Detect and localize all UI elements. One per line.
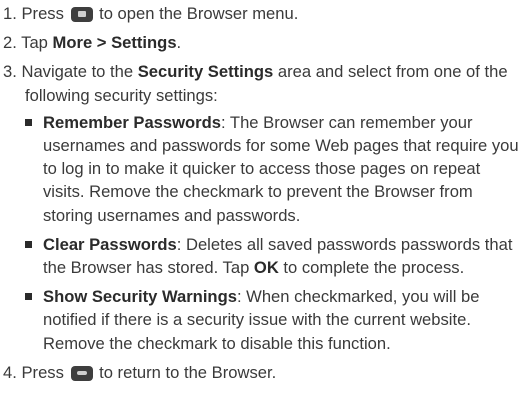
menu-path: More > Settings	[52, 33, 177, 53]
instructions-document: 1. Press to open the Browser menu. 2. Ta…	[0, 0, 521, 384]
section-name: Security Settings	[137, 62, 274, 82]
step-text: Tap	[21, 33, 53, 53]
menu-key-icon	[70, 7, 93, 22]
step-3: 3. Navigate to the Security Settings are…	[3, 60, 521, 354]
step-2: 2. Tap More > Settings.	[3, 31, 521, 54]
setting-title: Show Security Warnings	[43, 287, 237, 307]
step-text: .	[176, 33, 182, 53]
setting-show-security-warnings: Show Security Warnings: When checkmarked…	[25, 285, 521, 355]
bullet-square-icon	[25, 293, 32, 301]
step-3-body: 3. Navigate to the Security Settings are…	[3, 60, 521, 106]
setting-remember-passwords: Remember Passwords: The Browser can reme…	[25, 111, 521, 227]
step-text: Navigate to the	[21, 62, 138, 82]
setting-title: Remember Passwords	[43, 112, 222, 132]
setting-title: Clear Passwords	[43, 234, 177, 254]
back-key-icon	[70, 365, 93, 381]
security-settings-list: Remember Passwords: The Browser can reme…	[3, 111, 521, 355]
step-text: to open the Browser menu.	[94, 4, 299, 23]
step-text: to return to the Browser.	[94, 362, 277, 382]
step-number: 1.	[3, 4, 17, 23]
bullet-square-icon	[25, 118, 32, 126]
step-number: 4.	[3, 362, 17, 382]
setting-description: to complete the process.	[278, 258, 465, 278]
bullet-square-icon	[25, 240, 32, 248]
ok-label: OK	[253, 258, 279, 278]
step-text: Press	[21, 362, 69, 382]
step-1: 1. Press to open the Browser menu.	[3, 2, 521, 25]
setting-clear-passwords: Clear Passwords: Deletes all saved passw…	[25, 233, 521, 279]
step-number: 2.	[3, 33, 17, 53]
step-number: 3.	[3, 62, 17, 82]
step-text: Press	[21, 4, 69, 23]
step-4: 4. Press to return to the Browser.	[3, 361, 521, 384]
